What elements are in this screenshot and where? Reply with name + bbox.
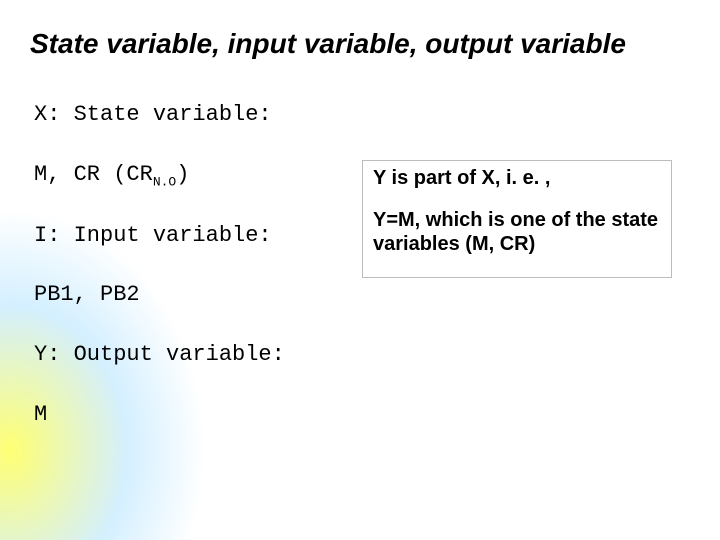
callout-line-1: Y is part of X, i. e. ,	[373, 167, 661, 190]
mcr-prefix: M, CR (CR	[34, 162, 153, 187]
slide-title: State variable, input variable, output v…	[30, 28, 690, 60]
input-variable-heading: I: Input variable:	[34, 221, 354, 251]
input-variable-values: PB1, PB2	[34, 280, 354, 310]
state-variable-values: M, CR (CRN.O)	[34, 160, 354, 191]
output-variable-values: M	[34, 400, 354, 430]
mcr-suffix: )	[176, 162, 189, 187]
slide-body: X: State variable: M, CR (CRN.O) I: Inpu…	[34, 100, 354, 459]
mcr-subscript: N.O	[153, 174, 176, 189]
output-variable-heading: Y: Output variable:	[34, 340, 354, 370]
slide: State variable, input variable, output v…	[0, 0, 720, 540]
callout-line-2: Y=M, which is one of the state variables…	[373, 208, 661, 256]
explanation-callout: Y is part of X, i. e. , Y=M, which is on…	[362, 160, 672, 278]
state-variable-heading: X: State variable:	[34, 100, 354, 130]
